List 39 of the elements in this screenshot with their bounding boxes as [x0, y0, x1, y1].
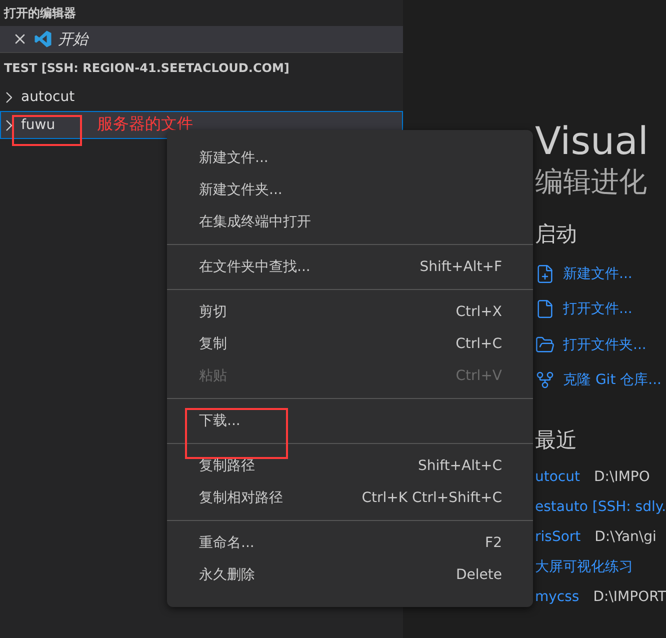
menu-item[interactable]: 永久删除 Delete — [167, 559, 533, 591]
section-heading: 最近 — [535, 427, 578, 454]
recent-path: D:\Yan\gi — [594, 529, 656, 545]
recent-link[interactable]: estauto [SSH: sdly. — [535, 499, 666, 515]
workspace-title: TEST [SSH: REGION-41.SEETACLOUD.COM] — [3, 60, 290, 77]
recent-link[interactable]: risSort — [535, 529, 581, 545]
chevron-icon — [6, 120, 12, 130]
start-link[interactable]: 打开文件夹... — [535, 327, 666, 362]
start-link[interactable]: 新建文件... — [535, 256, 666, 292]
start-link[interactable]: 克隆 Git 仓库... — [535, 362, 666, 398]
menu-item[interactable]: 下载... — [167, 405, 533, 437]
git-branch-icon — [535, 370, 555, 390]
section-title: 打开的编辑器 — [2, 5, 77, 22]
section-heading: 启动 — [535, 221, 578, 248]
welcome-subtitle: 编辑进化 — [535, 164, 648, 200]
menu-item[interactable]: 复制路径 Shift+Alt+C — [167, 450, 533, 482]
menu-item[interactable]: 剪切 Ctrl+X — [167, 296, 533, 328]
file-icon — [535, 299, 555, 320]
menu-item[interactable]: 在文件夹中查找... Shift+Alt+F — [167, 251, 533, 283]
annotation-note: 服务器的文件 — [97, 116, 193, 132]
menu-item[interactable]: 复制相对路径 Ctrl+K Ctrl+Shift+C — [167, 482, 533, 514]
menu-item[interactable]: 复制 Ctrl+C — [167, 328, 533, 360]
welcome-title: Visual — [535, 118, 650, 164]
recent-link[interactable]: 大屏可视化练习 — [535, 558, 633, 576]
menu-item[interactable]: 在集成终端中打开 — [167, 206, 533, 238]
start-link[interactable]: 打开文件... — [535, 292, 666, 327]
menu-item[interactable]: 重命名... F2 — [167, 527, 533, 559]
menu-item[interactable]: 新建文件夹... — [167, 174, 533, 206]
recent-link[interactable]: mycss — [535, 589, 580, 605]
recent-path: D:\IMPO — [594, 469, 650, 485]
chevron-icon — [6, 92, 12, 102]
new-file-icon — [535, 264, 555, 284]
folder-item[interactable]: autocut — [0, 83, 403, 111]
recent-link[interactable]: utocut — [535, 469, 580, 485]
open-editor-item[interactable]: 开始 — [0, 26, 403, 53]
vscode-logo-icon — [34, 30, 52, 48]
folder-icon — [535, 334, 555, 355]
recent-path: D:\IMPORT — [593, 589, 666, 605]
menu-item[interactable]: 新建文件... — [167, 142, 533, 174]
